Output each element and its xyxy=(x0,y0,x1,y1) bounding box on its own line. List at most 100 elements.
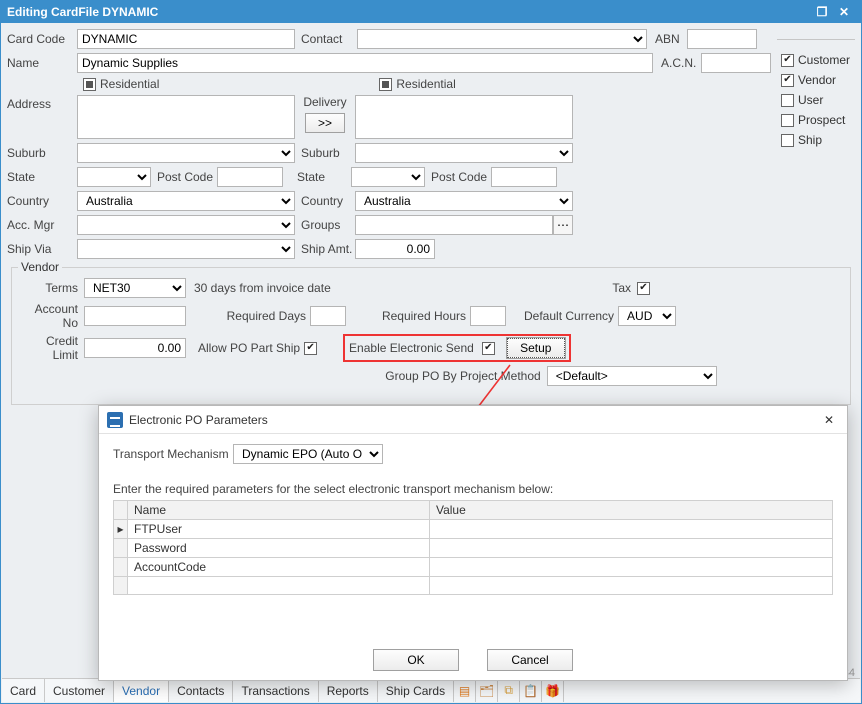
role-label: Vendor xyxy=(798,73,836,87)
acn-input[interactable] xyxy=(701,53,771,73)
user-checkbox[interactable] xyxy=(781,94,794,107)
groups-label: Groups xyxy=(301,218,355,232)
abn-input[interactable] xyxy=(687,29,757,49)
customer-checkbox[interactable] xyxy=(781,54,794,67)
address-label: Address xyxy=(7,95,77,111)
param-name[interactable]: Password xyxy=(128,539,430,558)
creditlimit-input[interactable] xyxy=(84,338,186,358)
row-name: Name A.C.N. xyxy=(7,53,855,73)
shipvia-select[interactable] xyxy=(77,239,295,259)
tab-customer[interactable]: Customer xyxy=(45,679,114,702)
table-row[interactable]: Password xyxy=(114,539,833,558)
tab-icon-clipboard[interactable]: 📋 xyxy=(520,679,542,702)
accmgr-select[interactable] xyxy=(77,215,295,235)
contact-select[interactable] xyxy=(357,29,647,49)
shipamt-label: Ship Amt. xyxy=(301,242,355,256)
suburb2-label: Suburb xyxy=(301,146,355,160)
shipvia-label: Ship Via xyxy=(7,242,77,256)
defaultcurr-select[interactable]: AUD xyxy=(618,306,676,326)
role-label: User xyxy=(798,93,823,107)
creditlimit-label: Credit Limit xyxy=(18,334,78,362)
state1-label: State xyxy=(7,170,77,184)
param-value[interactable] xyxy=(429,558,832,577)
allowpo-checkbox[interactable] xyxy=(304,342,317,355)
name-input[interactable] xyxy=(77,53,653,73)
residential2-checkbox[interactable] xyxy=(379,78,392,91)
dialog-title: Electronic PO Parameters xyxy=(129,413,819,427)
tab-icon-gift[interactable]: 🎁 xyxy=(542,679,564,702)
tab-icon-box[interactable]: 🗂 xyxy=(476,679,498,702)
titlebar: Editing CardFile DYNAMIC ❐ ✕ xyxy=(1,1,861,23)
enable-send-group: Enable Electronic Send Setup xyxy=(343,334,571,362)
suburb2-select[interactable] xyxy=(355,143,573,163)
postcode1-label: Post Code xyxy=(157,170,213,184)
address1-textarea[interactable] xyxy=(77,95,295,139)
vendor-checkbox[interactable] xyxy=(781,74,794,87)
grouppo-label: Group PO By Project Method xyxy=(385,369,540,383)
tab-vendor[interactable]: Vendor xyxy=(114,678,169,702)
grouppo-select[interactable]: <Default> xyxy=(547,366,717,386)
tab-shipcards[interactable]: Ship Cards xyxy=(378,679,454,702)
transport-select[interactable]: Dynamic EPO (Auto Orde xyxy=(233,444,383,464)
enablesend-checkbox[interactable] xyxy=(482,342,495,355)
suburb1-select[interactable] xyxy=(77,143,295,163)
param-value[interactable] xyxy=(429,520,832,539)
abn-label: ABN xyxy=(655,32,687,46)
close-icon[interactable]: ✕ xyxy=(833,3,855,21)
epo-dialog: Electronic PO Parameters ✕ Transport Mec… xyxy=(98,405,848,681)
col-name: Name xyxy=(128,501,430,520)
reqhours-input[interactable] xyxy=(470,306,506,326)
param-value[interactable] xyxy=(429,539,832,558)
cardcode-input[interactable] xyxy=(77,29,295,49)
setup-button[interactable]: Setup xyxy=(507,338,565,358)
tab-transactions[interactable]: Transactions xyxy=(233,679,318,702)
prospect-checkbox[interactable] xyxy=(781,114,794,127)
address2-textarea[interactable] xyxy=(355,95,573,139)
shipamt-input[interactable] xyxy=(355,239,435,259)
ship-checkbox[interactable] xyxy=(781,134,794,147)
groups-input[interactable] xyxy=(355,215,553,235)
residential1-checkbox[interactable] xyxy=(83,78,96,91)
param-name[interactable]: FTPUser xyxy=(128,520,430,539)
delivery-copy-button[interactable]: >> xyxy=(305,113,345,133)
ok-button[interactable]: OK xyxy=(373,649,459,671)
terms-desc: 30 days from invoice date xyxy=(194,281,331,295)
enablesend-label: Enable Electronic Send xyxy=(349,341,474,355)
vendor-fieldset: Vendor Terms NET30 30 days from invoice … xyxy=(11,267,851,405)
accountno-label: Account No xyxy=(18,302,78,330)
role-label: Prospect xyxy=(798,113,845,127)
row-suburb: Suburb Suburb xyxy=(7,143,855,163)
row-shipvia: Ship Via Ship Amt. xyxy=(7,239,855,259)
defaultcurr-label: Default Currency xyxy=(524,309,614,323)
country1-select[interactable]: Australia xyxy=(77,191,295,211)
restore-icon[interactable]: ❐ xyxy=(811,3,833,21)
delivery-label: Delivery xyxy=(303,95,346,109)
cancel-button[interactable]: Cancel xyxy=(487,649,573,671)
groups-browse-button[interactable]: ⋯ xyxy=(553,215,573,235)
postcode2-input[interactable] xyxy=(491,167,557,187)
dialog-body: Transport Mechanism Dynamic EPO (Auto Or… xyxy=(99,434,847,640)
row-cardcode: Card Code Contact ABN xyxy=(7,29,855,49)
terms-label: Terms xyxy=(18,281,78,295)
postcode1-input[interactable] xyxy=(217,167,283,187)
tab-icon-doc-orange[interactable]: ▤ xyxy=(454,679,476,702)
dialog-close-icon[interactable]: ✕ xyxy=(819,413,839,427)
state1-select[interactable] xyxy=(77,167,151,187)
country2-select[interactable]: Australia xyxy=(355,191,573,211)
table-row[interactable]: ▸ FTPUser xyxy=(114,520,833,539)
tab-card[interactable]: Card xyxy=(2,679,45,702)
tax-checkbox[interactable] xyxy=(637,282,650,295)
tab-reports[interactable]: Reports xyxy=(319,679,378,702)
name-label: Name xyxy=(7,56,77,70)
state2-select[interactable] xyxy=(351,167,425,187)
tab-contacts[interactable]: Contacts xyxy=(169,679,233,702)
tab-icon-copy[interactable]: ⧉ xyxy=(498,679,520,702)
terms-select[interactable]: NET30 xyxy=(84,278,186,298)
reqdays-input[interactable] xyxy=(310,306,346,326)
country1-label: Country xyxy=(7,194,77,208)
table-row[interactable] xyxy=(114,577,833,595)
param-name[interactable]: AccountCode xyxy=(128,558,430,577)
role-label: Customer xyxy=(798,53,850,67)
accountno-input[interactable] xyxy=(84,306,186,326)
table-row[interactable]: AccountCode xyxy=(114,558,833,577)
